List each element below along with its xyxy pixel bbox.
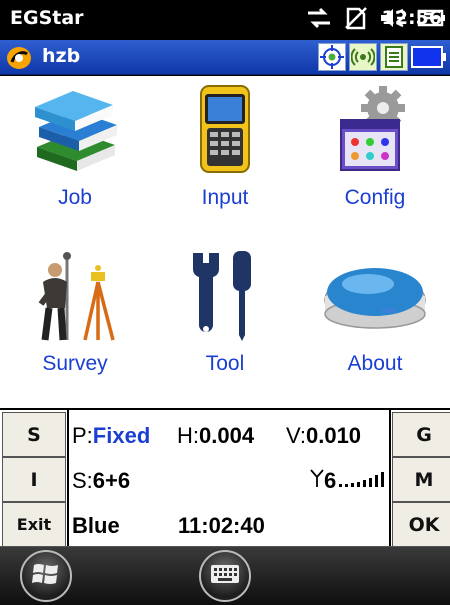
connection-mode: Blue [72, 513, 120, 538]
notes-list-icon[interactable] [380, 43, 408, 71]
antenna-icon [310, 468, 324, 494]
status-clock[interactable]: 12:56 [382, 7, 442, 29]
horizontal-precision: H:0.004 [177, 423, 254, 449]
solution-value: Fixed [92, 423, 151, 448]
signal-value: 6 [324, 468, 337, 493]
keyboard-button[interactable] [199, 550, 251, 602]
job-tile[interactable]: Job [0, 76, 150, 242]
taskbar [0, 546, 450, 605]
exit-button[interactable]: Exit [2, 502, 66, 547]
signal-strength-bars-icon [338, 468, 388, 494]
title-status-icons [318, 43, 447, 71]
status-bar: EGStar 12:56 [0, 0, 450, 40]
about-label: About [347, 352, 403, 375]
windows-logo-icon [32, 561, 60, 592]
panel-divider-left [67, 410, 69, 548]
survey-label: Survey [42, 352, 108, 375]
status-panel: S I Exit G M OK P:Fixed H:0.004 V:0.010 … [0, 408, 450, 548]
start-button[interactable] [20, 550, 72, 602]
radio-signal-icon[interactable] [349, 43, 377, 71]
v-value: 0.010 [305, 423, 362, 448]
handheld-controller-icon [150, 81, 300, 179]
no-sim-icon[interactable] [343, 5, 369, 36]
books-icon [0, 81, 150, 179]
gps-time: 11:02:40 [178, 513, 265, 538]
keyboard-icon [210, 564, 240, 589]
vertical-precision: V:0.010 [286, 423, 361, 449]
g-button[interactable]: G [392, 412, 450, 457]
i-button[interactable]: I [2, 457, 66, 502]
config-tile[interactable]: Config [300, 76, 450, 242]
m-button[interactable]: M [392, 457, 450, 502]
surveyor-tripod-icon [0, 247, 150, 345]
h-value: 0.004 [199, 423, 255, 448]
settings-gear-icon [300, 81, 450, 179]
panel-divider-right [389, 410, 391, 548]
job-label: Job [58, 186, 92, 209]
gps-target-icon[interactable] [318, 43, 346, 71]
input-tile[interactable]: Input [150, 76, 300, 242]
s-value: 6+6 [92, 468, 131, 493]
app-logo-icon[interactable] [6, 46, 32, 75]
wrench-screwdriver-icon [150, 247, 300, 345]
s-button[interactable]: S [2, 412, 66, 457]
solution-status: P:Fixed [72, 423, 150, 449]
gnss-receiver-icon [300, 247, 450, 345]
config-label: Config [344, 186, 406, 209]
tool-label: Tool [205, 352, 245, 375]
device-battery-icon[interactable] [411, 43, 447, 71]
about-tile[interactable]: About [300, 242, 450, 408]
app-name: EGStar [10, 7, 84, 29]
survey-tile[interactable]: Survey [0, 242, 150, 408]
s-prefix: S: [72, 468, 93, 493]
ok-button[interactable]: OK [392, 502, 450, 547]
solution-prefix: P: [72, 423, 93, 448]
satellite-count: S:6+6 [72, 468, 130, 494]
title-bar: hzb [0, 40, 450, 75]
data-connection-icon[interactable] [305, 6, 333, 35]
tool-tile[interactable]: Tool [150, 242, 300, 408]
v-prefix: V: [286, 423, 306, 448]
radio-signal-status: 6 [310, 468, 388, 494]
h-prefix: H: [177, 423, 199, 448]
title-text: hzb [42, 45, 81, 67]
main-menu: Job Input Config Survey Tool About [0, 76, 450, 408]
input-label: Input [201, 186, 249, 209]
